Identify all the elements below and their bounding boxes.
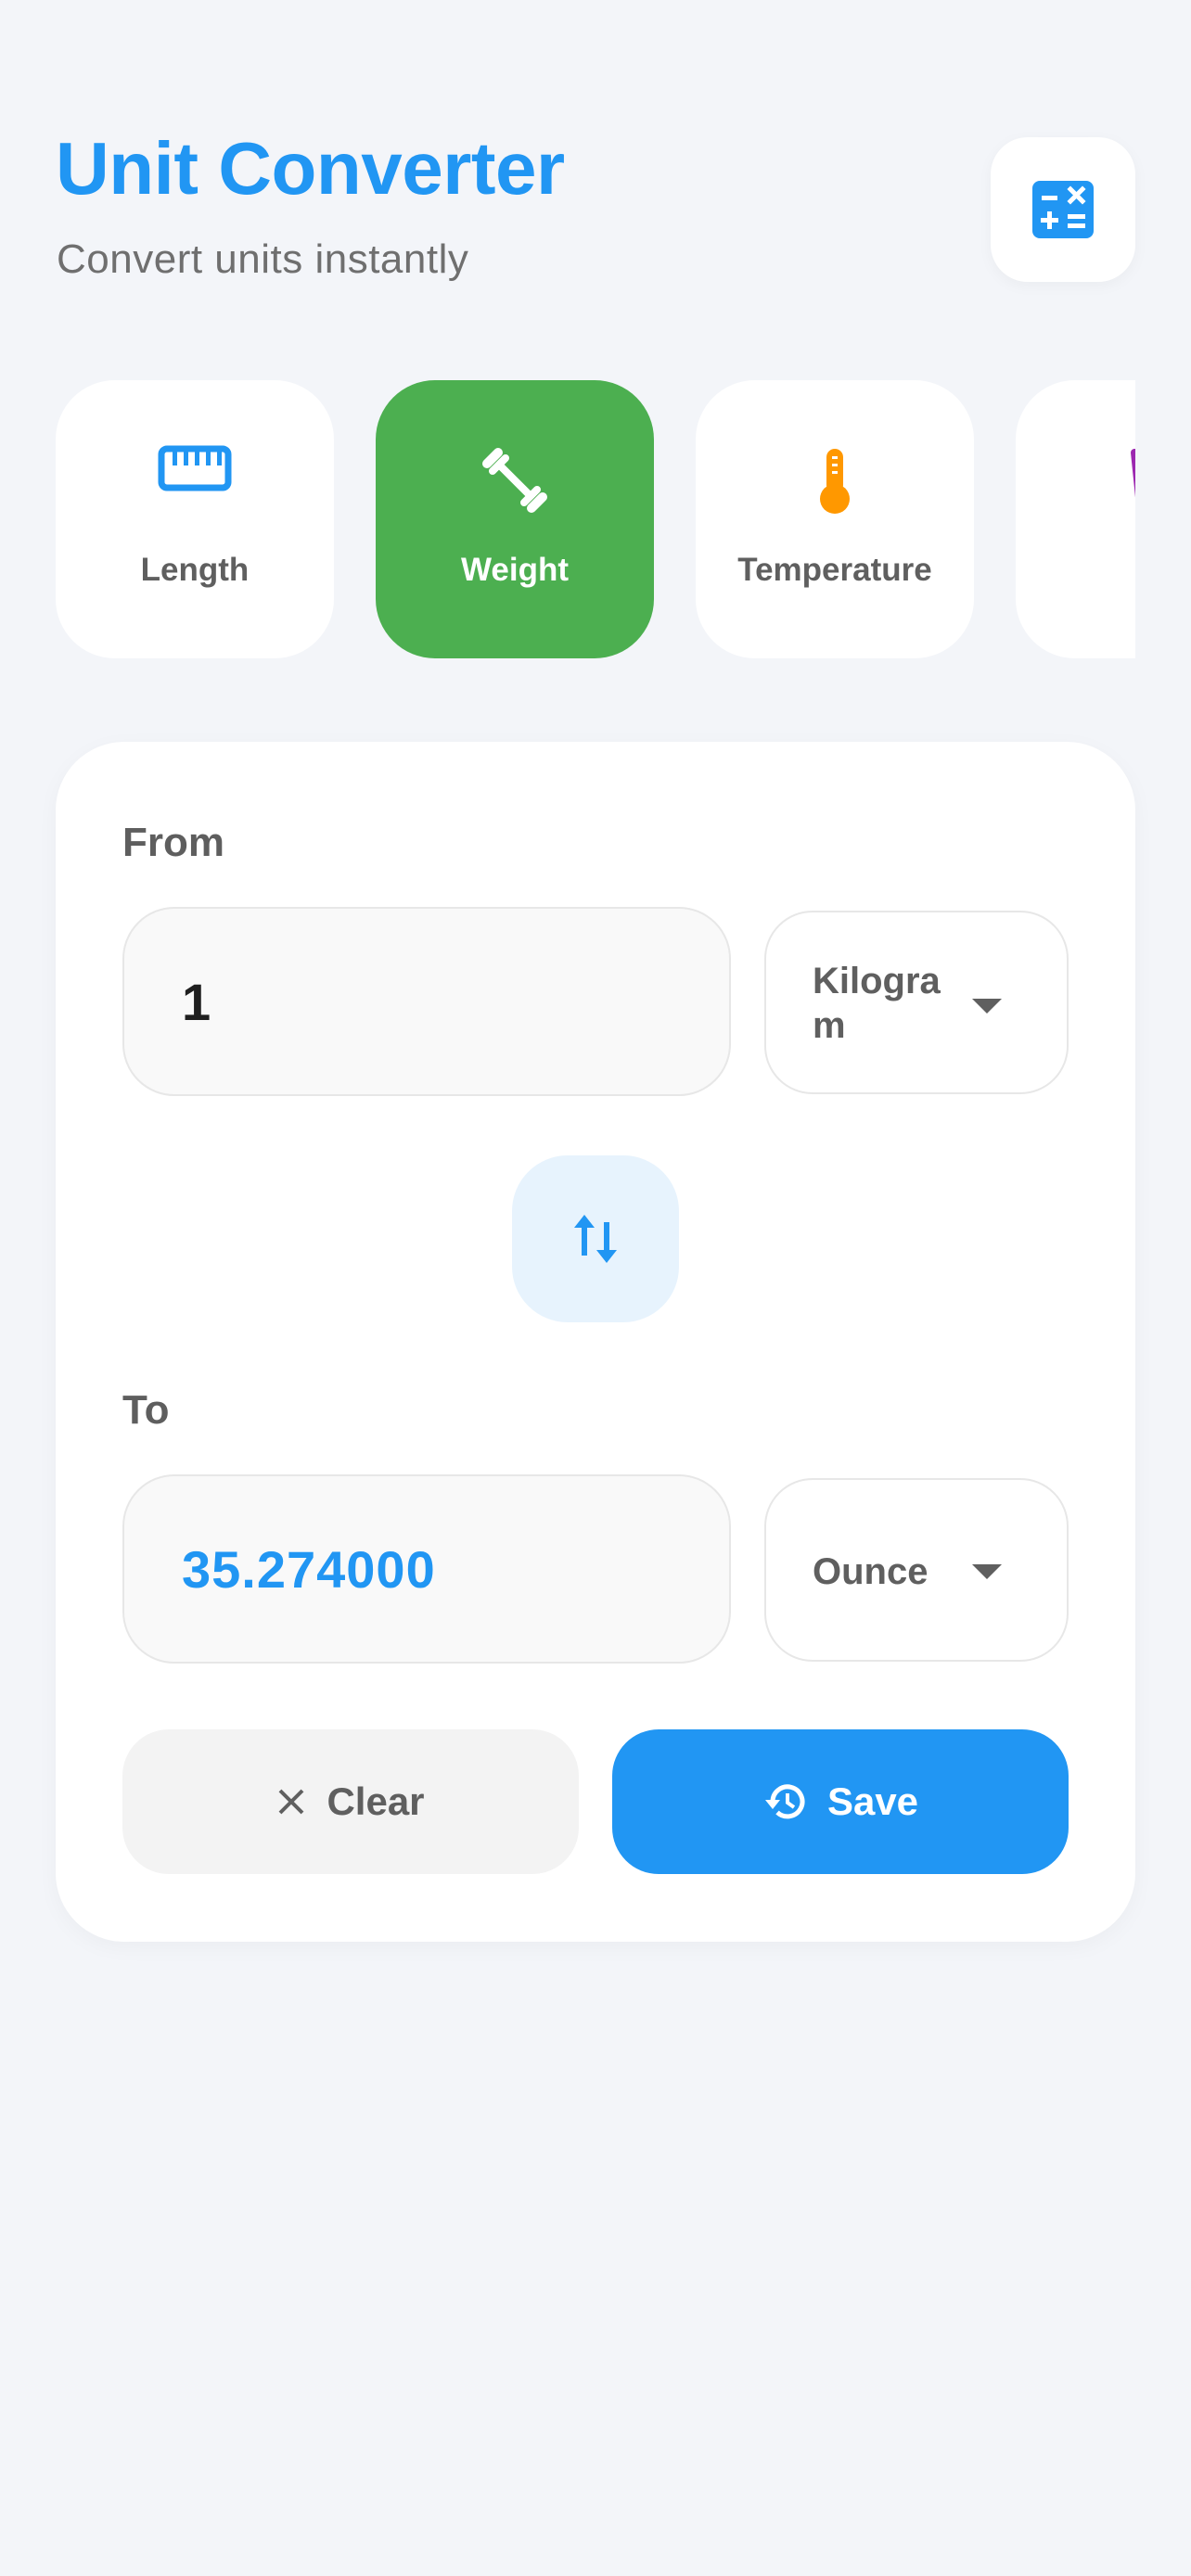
app-title: Unit Converter (56, 127, 565, 210)
to-value-output: 35.274000 (122, 1474, 731, 1664)
to-unit-select[interactable]: Ounce (764, 1478, 1069, 1662)
to-unit-value: Ounce (813, 1551, 928, 1592)
caret-down-icon (972, 999, 1002, 1014)
history-icon (764, 1784, 805, 1819)
category-length[interactable]: Length (56, 380, 334, 658)
ruler-icon (56, 445, 334, 491)
category-label: Length (140, 552, 250, 588)
category-label: Weight (460, 552, 569, 588)
from-value-input[interactable]: 1 (122, 907, 731, 1096)
thermometer-icon (696, 445, 974, 516)
caret-down-icon (972, 1564, 1002, 1579)
category-temperature[interactable]: Temperature (696, 380, 974, 658)
category-strip: Length Weight Temperature (56, 380, 1135, 658)
calculator-icon (1032, 181, 1094, 238)
category-weight[interactable]: Weight (376, 380, 654, 658)
category-label: Temperature (737, 552, 932, 588)
clear-button[interactable]: Clear (122, 1729, 579, 1874)
clear-button-label: Clear (327, 1779, 425, 1823)
category-volume[interactable]: Vo (1016, 380, 1135, 658)
weight-icon (376, 445, 654, 516)
save-button-label: Save (826, 1779, 919, 1823)
app-subtitle: Convert units instantly (57, 236, 469, 282)
from-label: From (122, 820, 224, 865)
close-icon (279, 1789, 304, 1815)
calculator-button[interactable] (991, 137, 1135, 282)
from-unit-value: Kilogram (813, 961, 941, 1046)
category-label: Vo (1016, 552, 1136, 589)
save-button[interactable]: Save (612, 1729, 1069, 1874)
swap-vertical-icon (574, 1215, 617, 1263)
from-unit-select[interactable]: Kilogram (764, 911, 1069, 1094)
swap-button[interactable] (512, 1155, 679, 1322)
volume-icon (1016, 445, 1135, 516)
to-label: To (122, 1387, 170, 1433)
